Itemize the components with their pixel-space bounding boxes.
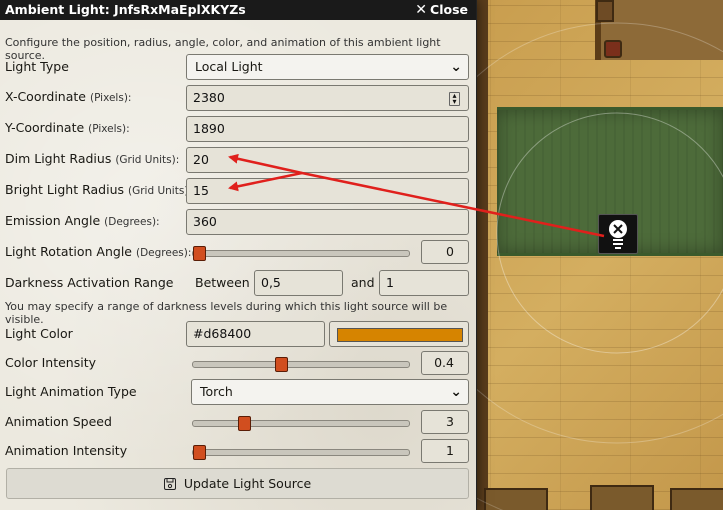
light-color-value: #d68400 <box>193 326 252 341</box>
bright-radius-input[interactable]: 15 <box>186 178 469 204</box>
animation-type-label: Light Animation Type <box>5 384 137 399</box>
light-type-value: Local Light <box>195 59 263 74</box>
darkness-between-label: Between <box>195 275 250 290</box>
close-icon: ✕ <box>415 2 428 18</box>
rotation-unit: (Degrees): <box>135 247 192 259</box>
animation-speed-value-input[interactable]: 3 <box>421 410 469 434</box>
stepper-icon[interactable]: ▴ ▾ <box>449 92 460 106</box>
close-button[interactable]: ✕ Close <box>415 0 468 20</box>
x-coordinate-input[interactable]: 2380 ▴ ▾ <box>186 85 469 111</box>
darkness-min-value: 0,5 <box>261 275 281 290</box>
animation-speed-slider[interactable] <box>192 416 410 431</box>
emission-angle-value: 360 <box>193 214 217 229</box>
update-light-source-label: Update Light Source <box>183 476 312 491</box>
x-coordinate-value: 2380 <box>193 90 225 105</box>
dim-radius-unit: (Grid Units): <box>115 154 180 166</box>
light-bulb-icon[interactable] <box>598 214 638 254</box>
y-coordinate-label: Y-Coordinate (Pixels): <box>5 120 130 137</box>
rotation-slider[interactable] <box>192 246 410 261</box>
dim-radius-label-text: Dim Light Radius <box>5 151 112 166</box>
emission-angle-unit: (Degrees): <box>104 216 160 228</box>
darkness-and-label: and <box>351 275 375 290</box>
darkness-max-value: 1 <box>386 275 394 290</box>
save-icon <box>163 477 176 490</box>
update-light-source-button[interactable]: Update Light Source <box>6 468 469 499</box>
y-coordinate-input[interactable]: 1890 <box>186 116 469 142</box>
light-type-label: Light Type <box>5 59 69 74</box>
y-coordinate-unit: (Pixels): <box>88 123 130 135</box>
color-intensity-slider-thumb[interactable] <box>274 357 288 372</box>
animation-type-select[interactable]: Torch ⌄ <box>191 379 469 405</box>
emission-angle-input[interactable]: 360 <box>186 209 469 235</box>
color-intensity-slider[interactable] <box>192 357 410 372</box>
color-picker-button[interactable] <box>329 321 469 347</box>
light-type-select[interactable]: Local Light ⌄ <box>186 54 469 80</box>
rotation-label: Light Rotation Angle (Degrees): <box>5 244 191 261</box>
y-coordinate-value: 1890 <box>193 121 225 136</box>
dim-radius-label: Dim Light Radius (Grid Units): <box>5 151 179 168</box>
darkness-range-label: Darkness Activation Range <box>5 275 174 290</box>
animation-speed-label: Animation Speed <box>5 414 112 429</box>
darkness-min-input[interactable]: 0,5 <box>254 270 343 296</box>
color-swatch <box>337 328 463 342</box>
animation-speed-slider-thumb[interactable] <box>237 416 251 431</box>
bright-radius-label: Bright Light Radius (Grid Units): <box>5 182 192 199</box>
dim-radius-value: 20 <box>193 152 209 167</box>
emission-angle-label: Emission Angle (Degrees): <box>5 213 160 230</box>
rotation-value-input[interactable]: 0 <box>421 240 469 264</box>
ambient-light-dialog: Ambient Light: JnfsRxMaEplXKYZs ✕ Close … <box>0 0 477 510</box>
dialog-header[interactable]: Ambient Light: JnfsRxMaEplXKYZs ✕ Close <box>0 0 476 20</box>
color-intensity-value-input[interactable]: 0.4 <box>421 351 469 375</box>
light-color-input[interactable]: #d68400 <box>186 321 325 347</box>
chevron-down-icon: ⌄ <box>450 59 462 75</box>
animation-intensity-slider[interactable] <box>192 445 410 460</box>
darkness-max-input[interactable]: 1 <box>379 270 469 296</box>
animation-type-value: Torch <box>200 384 233 399</box>
animation-intensity-label: Animation Intensity <box>5 443 128 458</box>
dim-radius-input[interactable]: 20 <box>186 147 469 173</box>
bright-radius-unit: (Grid Units): <box>128 185 192 197</box>
light-color-label: Light Color <box>5 326 73 341</box>
y-coordinate-label-text: Y-Coordinate <box>5 120 85 135</box>
x-coordinate-label-text: X-Coordinate <box>5 89 86 104</box>
emission-angle-label-text: Emission Angle <box>5 213 101 228</box>
rotation-slider-thumb[interactable] <box>193 246 206 261</box>
bright-radius-label-text: Bright Light Radius <box>5 182 125 197</box>
animation-intensity-slider-thumb[interactable] <box>193 445 206 460</box>
x-coordinate-unit: (Pixels): <box>89 92 132 104</box>
animation-intensity-value-input[interactable]: 1 <box>421 439 469 463</box>
chevron-down-icon: ⌄ <box>450 384 462 400</box>
rotation-label-text: Light Rotation Angle <box>5 244 132 259</box>
dialog-title: Ambient Light: JnfsRxMaEplXKYZs <box>5 2 246 17</box>
bright-radius-value: 15 <box>193 183 209 198</box>
close-label: Close <box>430 2 468 17</box>
x-coordinate-label: X-Coordinate (Pixels): <box>5 89 131 106</box>
color-intensity-label: Color Intensity <box>5 355 97 370</box>
